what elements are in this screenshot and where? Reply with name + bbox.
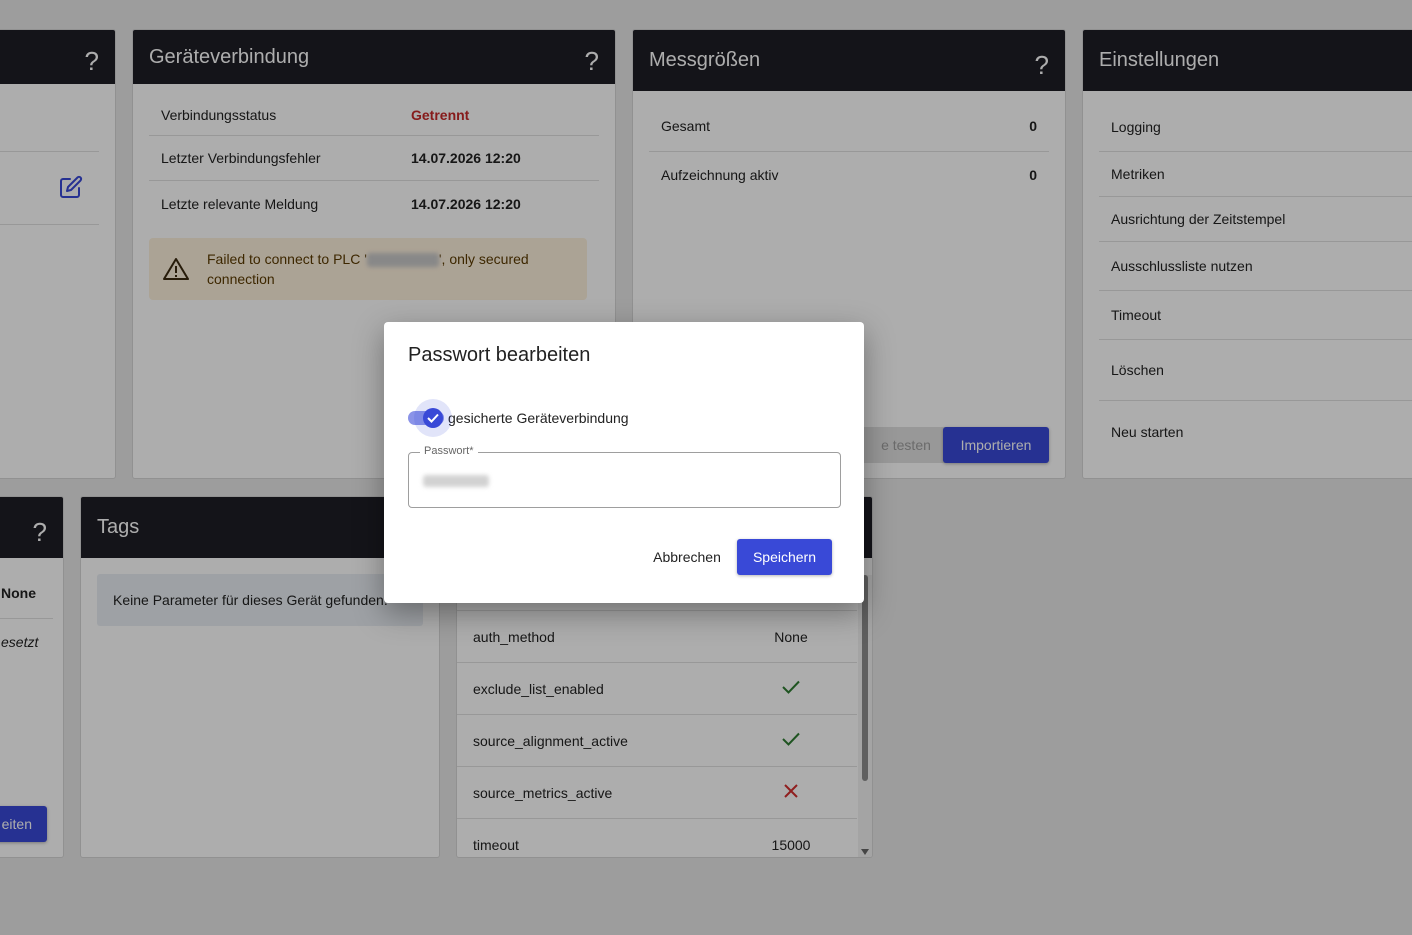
cancel-button[interactable]: Abbrechen: [646, 539, 728, 575]
toggle-label: gesicherte Geräteverbindung: [448, 410, 629, 426]
password-field[interactable]: Passwort*: [408, 445, 841, 508]
save-button[interactable]: Speichern: [737, 539, 832, 575]
secured-connection-toggle[interactable]: gesicherte Geräteverbindung: [408, 399, 629, 437]
edit-password-dialog: Passwort bearbeiten gesicherte Gerätever…: [384, 322, 864, 603]
password-label: Passwort*: [420, 445, 478, 457]
redacted-password: [423, 475, 489, 487]
toggle-knob-check-icon[interactable]: [423, 408, 443, 428]
toggle-track[interactable]: [408, 399, 452, 437]
page: ? Geräteverbindung ? Verbindungsstatus G…: [0, 0, 1412, 935]
dialog-title: Passwort bearbeiten: [408, 344, 591, 366]
